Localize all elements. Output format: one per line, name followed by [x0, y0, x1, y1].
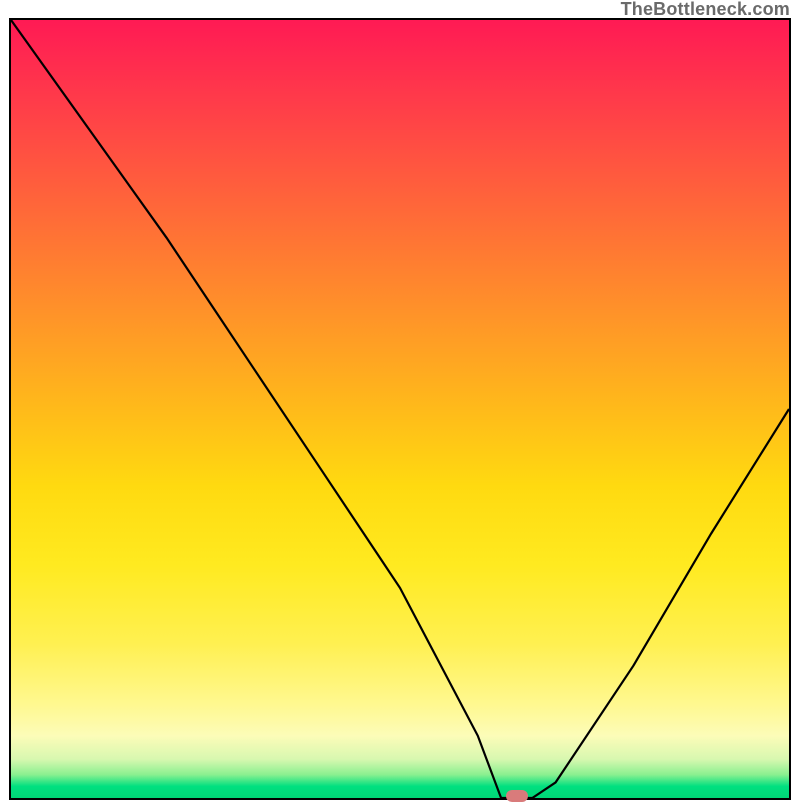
- chart-frame: [9, 18, 791, 800]
- watermark-text: TheBottleneck.com: [621, 0, 790, 20]
- bottleneck-curve: [11, 20, 789, 798]
- optimal-point-marker: [506, 790, 528, 802]
